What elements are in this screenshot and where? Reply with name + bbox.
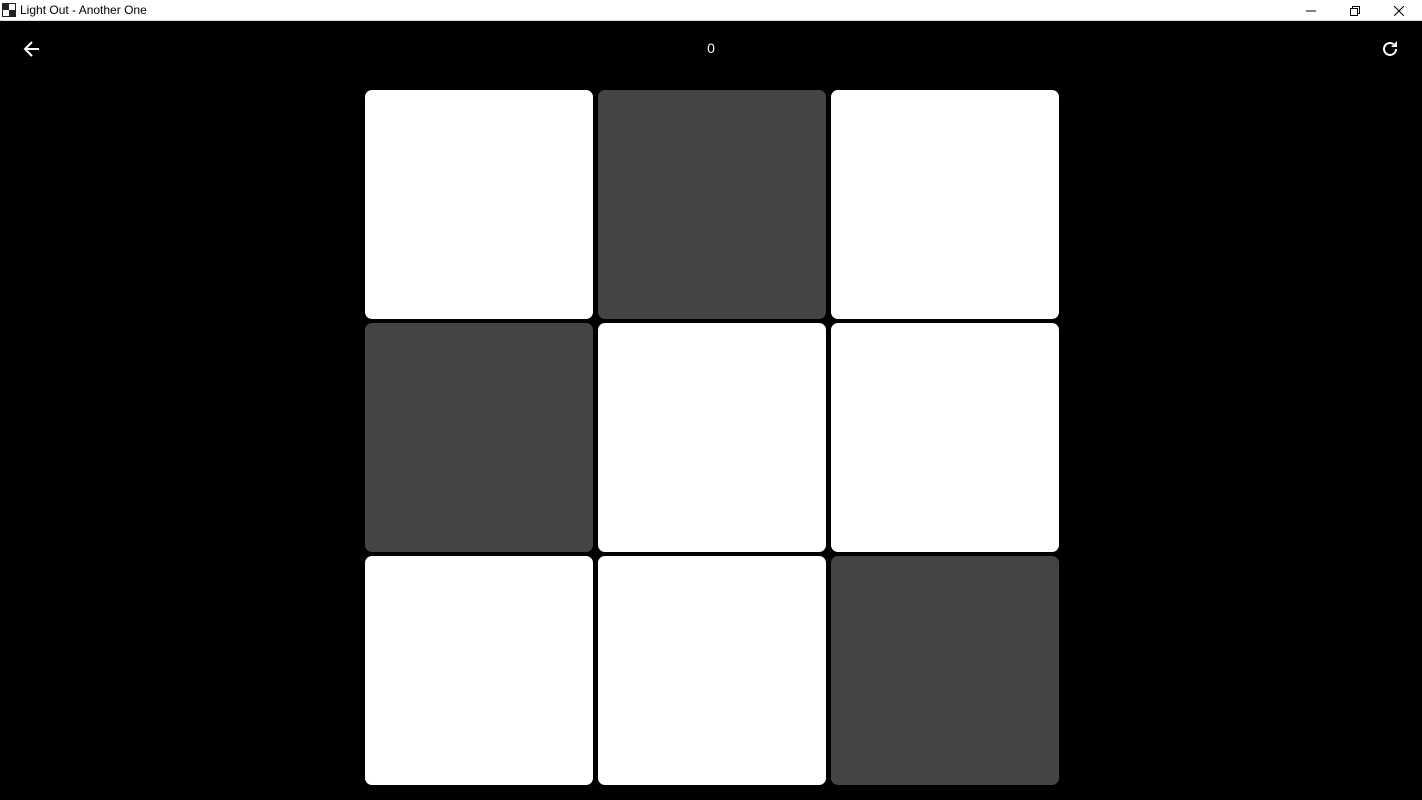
- light-cell-r2-c1[interactable]: [365, 323, 593, 552]
- light-cell-r3-c1[interactable]: [365, 556, 593, 785]
- game-screen: 0: [0, 21, 1422, 800]
- refresh-icon: [1383, 41, 1397, 56]
- window-title: Light Out - Another One: [20, 3, 147, 17]
- game-board: [365, 90, 1059, 785]
- light-cell-r2-c3[interactable]: [831, 323, 1059, 552]
- app-icon: [2, 3, 16, 17]
- restore-icon: [1350, 5, 1360, 16]
- window-titlebar: Light Out - Another One: [0, 0, 1422, 21]
- back-button[interactable]: [16, 33, 48, 65]
- restart-button[interactable]: [1374, 33, 1406, 65]
- light-cell-r1-c2[interactable]: [598, 90, 826, 319]
- light-cell-r1-c1[interactable]: [365, 90, 593, 319]
- minimize-icon: [1306, 10, 1316, 11]
- minimize-button[interactable]: [1289, 0, 1333, 21]
- light-cell-r3-c3[interactable]: [831, 556, 1059, 785]
- light-cell-r1-c3[interactable]: [831, 90, 1059, 319]
- light-cell-r2-c2[interactable]: [598, 323, 826, 552]
- close-button[interactable]: [1377, 0, 1421, 21]
- close-icon: [1394, 5, 1404, 16]
- arrow-left-icon: [23, 41, 39, 57]
- restore-button[interactable]: [1333, 0, 1377, 21]
- move-counter: 0: [707, 40, 715, 56]
- light-cell-r3-c2[interactable]: [598, 556, 826, 785]
